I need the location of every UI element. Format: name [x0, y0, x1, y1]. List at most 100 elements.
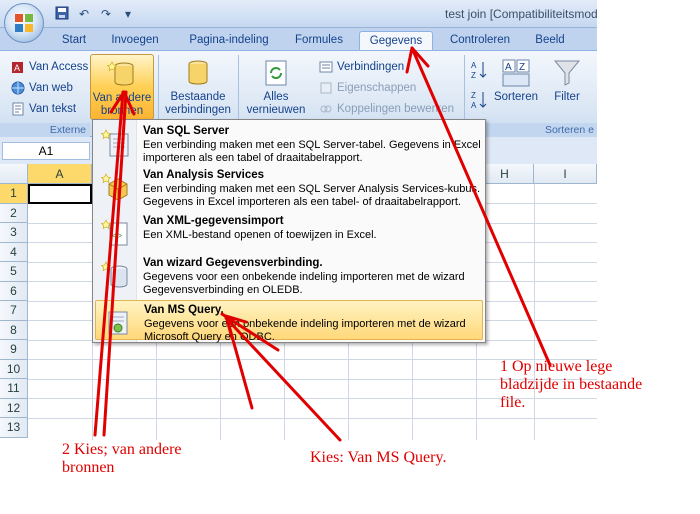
tab-pagina-indeling[interactable]: Pagina-indeling: [180, 31, 278, 50]
from-other-sources-button[interactable]: Van andere bronnen: [90, 54, 154, 120]
existing-label-1: Bestaande: [170, 91, 226, 103]
tab-controleren[interactable]: Controleren: [442, 31, 518, 50]
ms-query-icon: [108, 311, 128, 335]
from-text-label: Van tekst: [29, 103, 77, 115]
filter-button[interactable]: Filter: [545, 54, 589, 120]
svg-text:Z: Z: [471, 91, 476, 100]
properties-button[interactable]: Eigenschappen: [318, 79, 416, 97]
undo-icon[interactable]: ↶: [76, 6, 92, 22]
database-star-icon: [106, 61, 134, 86]
external-group-label: Externe: [0, 123, 90, 137]
menu-item-title: Van SQL Server: [143, 125, 230, 137]
title-bar: ↶ ↷ ▾ test join [Compatibiliteitsmodus]: [0, 0, 597, 28]
menu-item-title: Van XML-gegevensimport: [143, 215, 284, 227]
xml-file-icon: </>: [101, 219, 128, 246]
from-web-button[interactable]: Van web: [10, 79, 73, 97]
annotation-step1: 1 Op nieuwe lege bladzijde in bestaande …: [500, 358, 642, 412]
svg-text:</>: </>: [112, 233, 122, 240]
refresh-all-button[interactable]: Alles vernieuwen: [242, 54, 310, 120]
other-sources-menu: Van SQL Server Een verbinding maken met …: [92, 119, 486, 343]
annotation-step2-line2: bronnen: [62, 459, 115, 476]
row-header[interactable]: 12: [0, 398, 28, 418]
annotation-step2-line1: 2 Kies; van andere: [62, 441, 182, 458]
svg-text:A: A: [471, 61, 477, 70]
tab-gegevens[interactable]: Gegevens: [359, 31, 433, 50]
annotation-step2: 2 Kies; van andere bronnen: [62, 441, 182, 477]
ribbon-tabs: Start Invoegen Pagina-indeling Formules …: [0, 28, 597, 50]
connections-label: Verbindingen: [337, 61, 405, 73]
connections-button[interactable]: Verbindingen: [318, 58, 404, 76]
row-header[interactable]: 13: [0, 418, 28, 438]
edit-links-button[interactable]: Koppelingen bewerken: [318, 100, 454, 118]
refresh-icon: [265, 60, 287, 86]
tab-invoegen[interactable]: Invoegen: [104, 31, 166, 50]
menu-item-description: Een XML-bestand openen of toewijzen in E…: [143, 229, 377, 241]
office-button[interactable]: [4, 3, 44, 43]
sort-za-icon: ZA: [471, 91, 487, 110]
row-header[interactable]: 7: [0, 301, 28, 321]
row-header[interactable]: 8: [0, 320, 28, 340]
tab-formules[interactable]: Formules: [288, 31, 350, 50]
refresh-label-2: vernieuwen: [246, 104, 306, 116]
access-icon: A: [12, 62, 23, 73]
row-header[interactable]: 9: [0, 340, 28, 360]
svg-text:Z: Z: [471, 71, 476, 80]
from-access-button[interactable]: A Van Access: [10, 58, 88, 76]
menu-item-sql-server[interactable]: Van SQL Server Een verbinding maken met …: [95, 122, 483, 164]
from-text-button[interactable]: Van tekst: [10, 100, 76, 118]
active-cell-a1[interactable]: [28, 184, 92, 204]
filter-icon: [553, 60, 581, 86]
existing-label-2: verbindingen: [165, 104, 231, 116]
filter-label: Filter: [554, 91, 580, 103]
existing-connections-button[interactable]: Bestaande verbindingen: [162, 54, 234, 120]
annotation-step1-line2: bladzijde in bestaande: [500, 376, 643, 393]
menu-item-description: Gegevens voor een onbekende indeling imp…: [144, 318, 466, 343]
tab-beeld[interactable]: Beeld: [527, 31, 573, 50]
sort-group-label: Sorteren e: [468, 123, 597, 137]
window-title: test join [Compatibiliteitsmodus]: [445, 7, 597, 21]
column-header[interactable]: I: [534, 164, 597, 184]
menu-item-xml-import[interactable]: </> Van XML-gegevensimport Een XML-besta…: [95, 212, 483, 252]
annotation-step1-line1: 1 Op nieuwe lege: [500, 358, 613, 375]
column-header[interactable]: A: [28, 164, 92, 184]
svg-text:A: A: [14, 63, 20, 73]
sort-dialog-icon: A Z: [502, 59, 530, 87]
save-icon[interactable]: [54, 6, 70, 22]
row-header[interactable]: 10: [0, 359, 28, 379]
row-header[interactable]: 11: [0, 379, 28, 399]
menu-item-analysis-services[interactable]: Van Analysis Services Een verbinding mak…: [95, 166, 483, 210]
row-header[interactable]: 2: [0, 203, 28, 223]
wizard-database-icon: [101, 261, 128, 288]
tab-start[interactable]: Start: [52, 31, 96, 50]
from-web-label: Van web: [29, 82, 73, 94]
edit-links-label: Koppelingen bewerken: [337, 103, 455, 115]
globe-icon: [11, 81, 25, 95]
row-header[interactable]: 6: [0, 281, 28, 301]
sql-server-icon: [101, 129, 129, 157]
sort-az-icon: AZ: [471, 61, 487, 80]
menu-item-data-connection-wizard[interactable]: Van wizard Gegevensverbinding. Gegevens …: [95, 254, 483, 298]
menu-item-title: Van wizard Gegevensverbinding.: [143, 257, 323, 269]
svg-text:A: A: [471, 101, 477, 110]
menu-item-description: Een verbinding maken met een SQL Server …: [143, 183, 481, 208]
row-header[interactable]: 1: [0, 184, 28, 204]
customize-icon[interactable]: ▾: [120, 6, 136, 22]
select-all-corner[interactable]: [0, 164, 28, 184]
sort-button[interactable]: A Z Sorteren: [492, 54, 540, 120]
annotation-step3: Kies: Van MS Query.: [310, 449, 447, 466]
analysis-cube-icon: [101, 173, 128, 201]
quick-access-toolbar: ↶ ↷ ▾: [50, 6, 136, 22]
row-header[interactable]: 4: [0, 242, 28, 262]
name-box[interactable]: A1: [2, 142, 90, 160]
sort-za-button[interactable]: ZA: [470, 91, 488, 110]
row-header[interactable]: 3: [0, 223, 28, 243]
menu-item-ms-query[interactable]: Van MS Query. Gegevens voor een onbekend…: [95, 300, 483, 343]
from-other-label-1: Van andere: [92, 92, 152, 104]
sort-az-button[interactable]: AZ: [470, 61, 488, 80]
text-file-icon: [12, 102, 24, 116]
refresh-label-1: Alles: [263, 91, 289, 103]
connections-icon: [319, 61, 333, 73]
row-header[interactable]: 5: [0, 262, 28, 282]
redo-icon[interactable]: ↷: [98, 6, 114, 22]
properties-icon: [320, 82, 332, 94]
